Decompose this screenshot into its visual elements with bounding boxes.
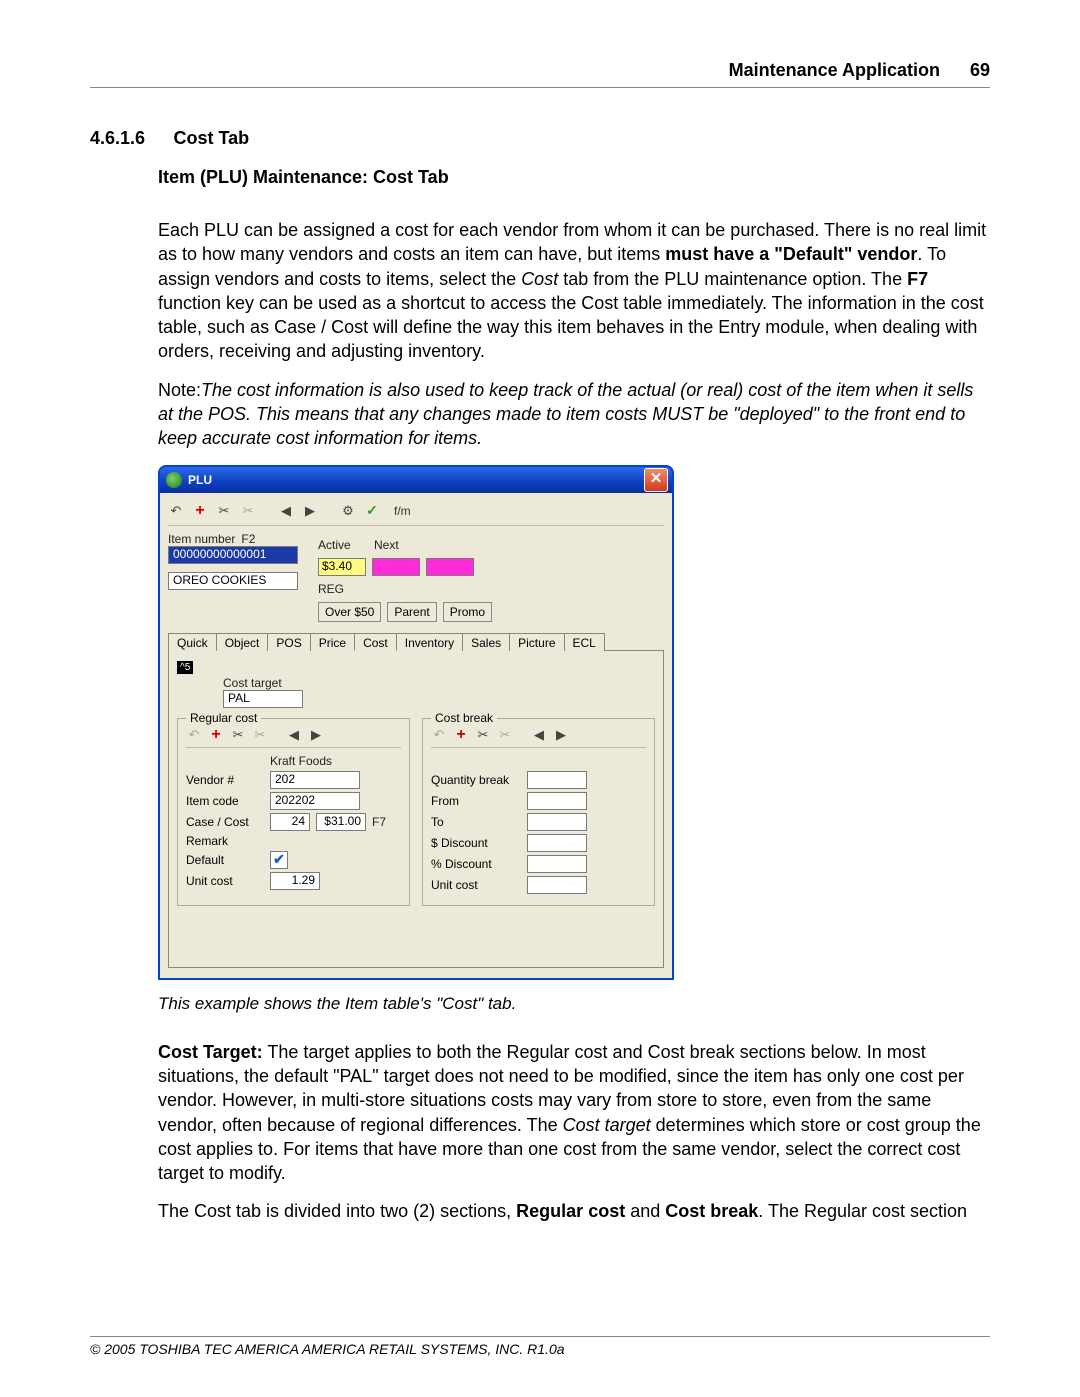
over50-button[interactable]: Over $50 (318, 602, 381, 622)
cost-target-input[interactable]: PAL (223, 690, 303, 708)
dollar-discount-input[interactable] (527, 834, 587, 852)
tab-quick[interactable]: Quick (168, 633, 217, 651)
vendor-num-label: Vendor # (186, 773, 264, 787)
tab-price[interactable]: Price (310, 633, 355, 651)
main-toolbar: ↶ + ✂ ✂ ◀ ▶ ⚙ ✓ f/m (168, 499, 664, 526)
next-label: Next (374, 538, 424, 552)
case-cost-input[interactable]: $31.00 (316, 813, 366, 831)
vendor-name: Kraft Foods (270, 754, 401, 768)
vendor-num-input[interactable]: 202 (270, 771, 360, 789)
item-code-label: Item code (186, 794, 264, 808)
fm-label: f/m (394, 504, 411, 518)
unit-cost2-label: Unit cost (431, 878, 521, 892)
tab-inventory[interactable]: Inventory (396, 633, 463, 651)
unit-cost-input[interactable]: 1.29 (270, 872, 320, 890)
cost-break-group: Cost break ↶ + ✂ ✂ ◀ ▶ Quantity bre (422, 718, 655, 906)
case-cost-label: Case / Cost (186, 815, 264, 829)
cut-icon[interactable]: ✂ (216, 503, 232, 519)
app-icon (166, 472, 182, 488)
f7-hint: F7 (372, 815, 386, 829)
item-number-label: Item number (168, 532, 235, 546)
cost-break-legend: Cost break (431, 711, 497, 725)
next-price-box-2 (426, 558, 474, 576)
plu-window: PLU ✕ ↶ + ✂ ✂ ◀ ▶ ⚙ ✓ f/m Item number (158, 465, 674, 980)
next-icon[interactable]: ▶ (308, 727, 324, 743)
section-number: 4.6.1.6 (90, 128, 145, 148)
undo-icon: ↶ (431, 727, 447, 743)
undo-icon: ↶ (186, 727, 202, 743)
active-label: Active (318, 538, 368, 552)
next-icon[interactable]: ▶ (553, 727, 569, 743)
cost-target-label: Cost target (223, 676, 655, 690)
case-qty-input[interactable]: 24 (270, 813, 310, 831)
cost-break-toolbar: ↶ + ✂ ✂ ◀ ▶ (431, 725, 646, 748)
add-icon[interactable]: + (208, 727, 224, 743)
prev-icon[interactable]: ◀ (278, 503, 294, 519)
dollar-discount-label: $ Discount (431, 836, 521, 850)
tab-strip: Quick Object POS Price Cost Inventory Sa… (168, 632, 664, 650)
regular-cost-group: Regular cost ↶ + ✂ ✂ ◀ ▶ Kraft Foods (177, 718, 410, 906)
prev-icon[interactable]: ◀ (531, 727, 547, 743)
remark-label: Remark (186, 834, 264, 848)
next-price-box (372, 558, 420, 576)
default-checkbox[interactable]: ✔ (270, 851, 288, 869)
undo-icon[interactable]: ↶ (168, 503, 184, 519)
from-input[interactable] (527, 792, 587, 810)
prev-icon[interactable]: ◀ (286, 727, 302, 743)
tab-ecl[interactable]: ECL (564, 633, 605, 651)
page-footer: © 2005 TOSHIBA TEC AMERICA AMERICA RETAI… (90, 1336, 990, 1357)
section-heading: 4.6.1.6 Cost Tab (90, 128, 990, 149)
disabled-icon: ✂ (252, 727, 268, 743)
reg-label: REG (318, 582, 344, 596)
item-code-input[interactable]: 202202 (270, 792, 360, 810)
paragraph-intro: Each PLU can be assigned a cost for each… (158, 218, 990, 364)
check-icon[interactable]: ✓ (364, 503, 380, 519)
paragraph-note: Note:The cost information is also used t… (158, 378, 990, 451)
tab-cost[interactable]: Cost (354, 633, 397, 651)
badge-5: ^5 (177, 661, 193, 674)
cost-tab-body: ^5 Cost target PAL Regular cost ↶ + ✂ ✂ (168, 650, 664, 968)
tool-icon[interactable]: ⚙ (340, 503, 356, 519)
disabled-icon: ✂ (497, 727, 513, 743)
paragraph-cost-target: Cost Target: The target applies to both … (158, 1040, 990, 1186)
qty-break-label: Quantity break (431, 773, 521, 787)
figure-caption: This example shows the Item table's "Cos… (158, 994, 990, 1014)
active-price: $3.40 (318, 558, 366, 576)
pct-discount-input[interactable] (527, 855, 587, 873)
regular-cost-toolbar: ↶ + ✂ ✂ ◀ ▶ (186, 725, 401, 748)
unit-cost2-input[interactable] (527, 876, 587, 894)
header-title: Maintenance Application (729, 60, 940, 81)
parent-button[interactable]: Parent (387, 602, 436, 622)
promo-button[interactable]: Promo (443, 602, 492, 622)
item-desc-input[interactable]: OREO COOKIES (168, 572, 298, 590)
to-input[interactable] (527, 813, 587, 831)
qty-break-input[interactable] (527, 771, 587, 789)
window-title: PLU (188, 473, 212, 487)
section-title: Cost Tab (174, 128, 250, 148)
close-icon[interactable]: ✕ (644, 468, 668, 492)
item-number-input[interactable]: 00000000000001 (168, 546, 298, 564)
tab-object[interactable]: Object (216, 633, 269, 651)
section-subtitle: Item (PLU) Maintenance: Cost Tab (158, 167, 990, 188)
from-label: From (431, 794, 521, 808)
pct-discount-label: % Discount (431, 857, 521, 871)
cut-icon[interactable]: ✂ (230, 727, 246, 743)
unit-cost-label: Unit cost (186, 874, 264, 888)
add-icon[interactable]: + (192, 503, 208, 519)
add-icon[interactable]: + (453, 727, 469, 743)
tab-picture[interactable]: Picture (509, 633, 564, 651)
page-header: Maintenance Application 69 (90, 60, 990, 88)
regular-cost-legend: Regular cost (186, 711, 261, 725)
default-label: Default (186, 853, 264, 867)
paragraph-sections: The Cost tab is divided into two (2) sec… (158, 1199, 990, 1223)
f2-hint: F2 (241, 532, 255, 546)
cut-icon[interactable]: ✂ (475, 727, 491, 743)
page-number: 69 (970, 60, 990, 81)
disabled-icon: ✂ (240, 503, 256, 519)
next-icon[interactable]: ▶ (302, 503, 318, 519)
tab-pos[interactable]: POS (267, 633, 310, 651)
to-label: To (431, 815, 521, 829)
titlebar: PLU ✕ (160, 467, 672, 493)
tab-sales[interactable]: Sales (462, 633, 510, 651)
